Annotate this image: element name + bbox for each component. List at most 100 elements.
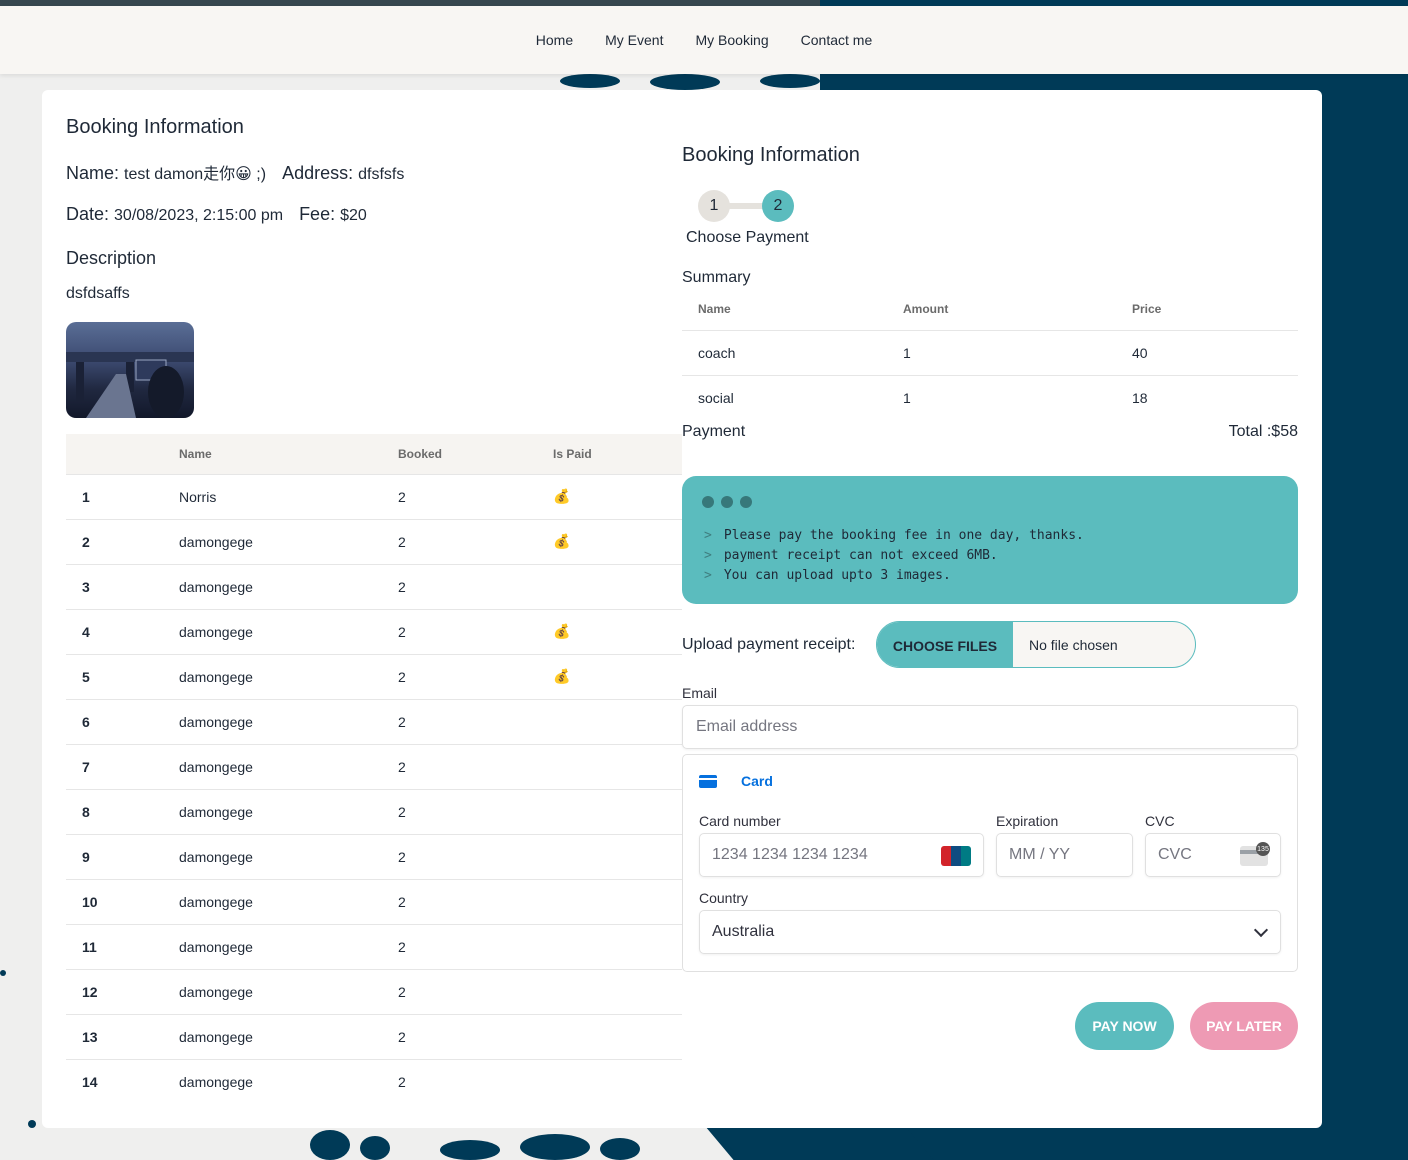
- row-booked: 2: [398, 788, 553, 834]
- table-row: 7 damongege 2: [66, 743, 682, 789]
- table-row: 4 damongege 2 💰: [66, 608, 682, 654]
- cvc-label: CVC: [1145, 813, 1175, 829]
- cvc-field[interactable]: CVC 135: [1145, 833, 1281, 877]
- prompt-icon: >: [704, 528, 712, 543]
- row-name: damongege: [179, 698, 398, 744]
- prompt-icon: >: [704, 568, 712, 583]
- summary-table: Name Amount Price coach 1 40 social 1 18: [682, 288, 1298, 420]
- row-paid-icon: [553, 1058, 682, 1104]
- summary-item-name: social: [682, 374, 903, 420]
- payment-panel-title: Booking Information: [682, 144, 860, 166]
- card-tab-label: Card: [741, 773, 773, 789]
- window-dot: [721, 496, 733, 508]
- summary-col-price: Price: [1132, 301, 1162, 316]
- card-tab[interactable]: Card: [699, 773, 773, 789]
- table-row: 6 damongege 2: [66, 698, 682, 744]
- background-splatter: [650, 74, 720, 90]
- upload-label: Upload payment receipt:: [682, 636, 856, 653]
- pay-later-button[interactable]: PAY LATER: [1190, 1002, 1298, 1050]
- card-payment-form: Card Card number 1234 1234 1234 1234 Exp…: [682, 754, 1298, 972]
- row-name: damongege: [179, 653, 398, 699]
- col-name: Name: [179, 434, 398, 474]
- address-value: dfsfsfs: [358, 166, 405, 183]
- nav-contact-me[interactable]: Contact me: [785, 32, 889, 48]
- row-index: 14: [66, 1058, 179, 1104]
- cvc-digits: 135: [1256, 842, 1270, 856]
- row-name: damongege: [179, 1058, 398, 1104]
- step-2-active[interactable]: 2: [762, 190, 794, 222]
- pay-now-button[interactable]: PAY NOW: [1075, 1002, 1174, 1050]
- row-index: 11: [66, 923, 179, 969]
- row-paid-icon: [553, 788, 682, 834]
- row-paid-icon: 💰: [553, 518, 682, 564]
- date-value: 30/08/2023, 2:15:00 pm: [114, 207, 284, 224]
- row-index: 7: [66, 743, 179, 789]
- expiration-field[interactable]: MM / YY: [996, 833, 1133, 877]
- bookers-table-body: 1 Norris 2 💰 2 damongege 2 💰 3 damongege 2 4 damonge…: [66, 473, 682, 1104]
- row-booked: 2: [398, 968, 553, 1014]
- card-number-label: Card number: [699, 813, 781, 829]
- summary-col-name: Name: [698, 301, 731, 316]
- row-paid-icon: 💰: [553, 608, 682, 654]
- booking-title: Booking Information: [66, 116, 244, 138]
- background-splatter: [360, 1136, 390, 1160]
- table-row: 9 damongege 2: [66, 833, 682, 879]
- expiration-label: Expiration: [996, 813, 1059, 829]
- row-booked: 2: [398, 608, 553, 654]
- background-splatter: [28, 1120, 36, 1128]
- row-name: damongege: [179, 968, 398, 1014]
- email-field[interactable]: Email address: [682, 705, 1298, 749]
- country-label: Country: [699, 890, 749, 906]
- name-address-row: Name: test damon走你😀 ;) Address: dfsfsfs: [66, 160, 404, 184]
- nav-my-event[interactable]: My Event: [589, 32, 679, 48]
- email-label: Email: [682, 685, 718, 701]
- background-splatter: [0, 970, 6, 976]
- payment-panel: Booking Information 1 2 Choose Payment S…: [682, 90, 1298, 1128]
- background-splatter: [560, 74, 620, 88]
- fee-value: $20: [340, 207, 367, 224]
- row-name: damongege: [179, 1013, 398, 1059]
- background-splatter: [440, 1140, 500, 1160]
- row-name: damongege: [179, 788, 398, 834]
- total-amount: Total :$58: [1228, 423, 1298, 440]
- notice-text: You can upload upto 3 images.: [723, 568, 951, 583]
- event-photo[interactable]: [66, 322, 194, 418]
- event-photo-image: [66, 352, 194, 418]
- bookers-table: Name Booked Is Paid 1 Norris 2 💰 2 damongege 2…: [66, 434, 682, 1104]
- row-index: 8: [66, 788, 179, 834]
- summary-item-amount: 1: [903, 329, 1132, 375]
- table-row: 1 Norris 2 💰: [66, 473, 682, 519]
- description-text: dsfdsaffs: [66, 285, 130, 302]
- window-dot: [702, 496, 714, 508]
- row-paid-icon: [553, 1013, 682, 1059]
- step-1[interactable]: 1: [698, 190, 730, 222]
- summary-item-amount: 1: [903, 374, 1132, 420]
- row-booked: 2: [398, 878, 553, 924]
- row-paid-icon: [553, 878, 682, 924]
- row-booked: 2: [398, 1013, 553, 1059]
- row-index: 9: [66, 833, 179, 879]
- chevron-down-icon: [1253, 922, 1269, 938]
- row-index: 3: [66, 563, 179, 609]
- summary-heading: Summary: [682, 269, 751, 286]
- row-booked: 2: [398, 923, 553, 969]
- row-name: damongege: [179, 743, 398, 789]
- row-index: 4: [66, 608, 179, 654]
- country-select[interactable]: Australia: [699, 910, 1281, 954]
- row-booked: 2: [398, 1058, 553, 1104]
- row-index: 6: [66, 698, 179, 744]
- payment-notice: > Please pay the booking fee in one day, …: [682, 476, 1298, 604]
- choose-files-button[interactable]: CHOOSE FILES: [877, 622, 1013, 667]
- table-row: 12 damongege 2: [66, 968, 682, 1014]
- summary-item-name: coach: [682, 329, 903, 375]
- file-input[interactable]: CHOOSE FILES No file chosen: [876, 621, 1196, 668]
- nav-home[interactable]: Home: [520, 32, 589, 48]
- card-number-field[interactable]: 1234 1234 1234 1234: [699, 833, 984, 877]
- name-value: test damon走你😀 ;): [124, 166, 267, 183]
- notice-line: > payment receipt can not exceed 6MB.: [704, 546, 1084, 566]
- fee-label: Fee:: [299, 204, 336, 224]
- row-booked: 2: [398, 518, 553, 564]
- row-paid-icon: 💰: [553, 653, 682, 699]
- nav-my-booking[interactable]: My Booking: [679, 32, 784, 48]
- table-row: 13 damongege 2: [66, 1013, 682, 1059]
